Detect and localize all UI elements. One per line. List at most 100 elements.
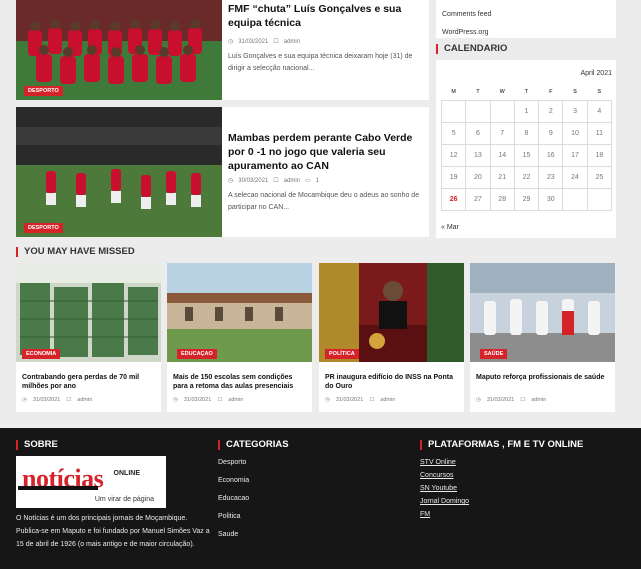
card-image[interactable] (319, 263, 464, 362)
calendar-day: 28 (489, 187, 515, 211)
card-title[interactable]: Mais de 150 escolas sem condições para a… (173, 373, 307, 391)
calendar-week-row: 5 6 7 8 9 10 11 (440, 121, 613, 145)
user-icon: ☐ (520, 397, 526, 403)
article-image-stadium[interactable] (16, 107, 222, 237)
card-date[interactable]: 31/03/2021 (336, 397, 364, 403)
wordpress-link[interactable]: WordPress.org (442, 24, 610, 42)
footer-category-link[interactable]: Educacao (218, 490, 249, 508)
calendar-day: 10 (562, 121, 588, 145)
user-icon: ☐ (273, 178, 279, 184)
missed-card[interactable]: EDUCAÇAO Mais de 150 escolas sem condiçõ… (167, 263, 312, 412)
calendar-empty-cell (562, 187, 588, 211)
comments-feed-link[interactable]: Comments feed (442, 6, 610, 24)
article-title[interactable]: FMF “chuta” Luís Gonçalves e sua equipa … (228, 2, 421, 30)
clock-icon: ◷ (228, 39, 234, 45)
user-icon: ☐ (273, 39, 279, 45)
article-image-team-photo[interactable] (16, 0, 222, 100)
card-date[interactable]: 31/03/2021 (487, 397, 515, 403)
comment-icon: ▭ (305, 178, 311, 184)
missed-card[interactable]: SAÚDE Maputo reforça profissionais de sa… (470, 263, 615, 412)
platform-link[interactable]: Jornal Domingo (420, 495, 469, 508)
calendar-day: 15 (513, 143, 540, 167)
missed-card[interactable]: ECONOMIA Contrabando gera perdas de 70 m… (16, 263, 161, 412)
card-author[interactable]: admin (77, 397, 92, 403)
calendar-day: 5 (440, 121, 467, 145)
about-heading: SOBRE (16, 440, 58, 450)
calendar-week-row: 1234 (440, 99, 613, 123)
calendar-day: 7 (489, 121, 515, 145)
article-author[interactable]: admin (284, 39, 300, 45)
card-image[interactable] (167, 263, 312, 362)
clock-icon: ◷ (476, 397, 481, 403)
calendar-day: 25 (586, 165, 613, 189)
card-image[interactable] (16, 263, 161, 362)
calendar-heading: CALENDARIO (436, 44, 507, 54)
calendar-day: 17 (562, 143, 588, 167)
calendar-day: 16 (538, 143, 564, 167)
categories-heading: CATEGORIAS (218, 440, 289, 450)
clock-icon: ◷ (228, 178, 234, 184)
platform-link[interactable]: FM (420, 508, 469, 521)
footer-category-link[interactable]: Desporto (218, 454, 249, 472)
card-author[interactable]: admin (228, 397, 243, 403)
footer-category-link[interactable]: Politica (218, 508, 249, 526)
calendar-day: 24 (562, 165, 588, 189)
card-title[interactable]: PR inaugura edifício do INSS na Ponta do… (325, 373, 459, 391)
article-card-fmf[interactable]: DESPORTO FMF “chuta” Luís Gonçalves e su… (16, 0, 429, 100)
category-badge[interactable]: POLÍTICA (325, 349, 359, 359)
noticias-logo[interactable]: ONLINE notícias Um virar de página (16, 456, 166, 508)
category-badge[interactable]: SAÚDE (480, 349, 508, 359)
article-card-mambas[interactable]: DESPORTO Mambas perdem perante Cabo Verd… (16, 107, 429, 237)
card-date[interactable]: 31/03/2021 (33, 397, 61, 403)
calendar-day[interactable]: 26 (440, 187, 467, 211)
footer-category-link[interactable]: Saude (218, 526, 249, 544)
platform-link[interactable]: STV Online (420, 456, 469, 469)
calendar-empty-cell (465, 99, 491, 123)
article-date[interactable]: 31/03/2021 (238, 39, 268, 45)
calendar-day: 20 (465, 165, 491, 189)
user-icon: ☐ (66, 397, 72, 403)
card-image[interactable] (470, 263, 615, 362)
user-icon: ☐ (217, 397, 223, 403)
user-icon: ☐ (369, 397, 375, 403)
calendar-day: 13 (465, 143, 491, 167)
card-author[interactable]: admin (380, 397, 395, 403)
about-text: O Notícias é um dos principais jornais d… (16, 515, 210, 548)
platform-link[interactable]: Concursos (420, 469, 469, 482)
calendar-day: 8 (513, 121, 540, 145)
calendar-day: 19 (440, 165, 467, 189)
footer-category-link[interactable]: Economia (218, 472, 249, 490)
calendar-day: 27 (465, 187, 491, 211)
comment-count[interactable]: 1 (316, 178, 319, 184)
category-badge[interactable]: DESPORTO (24, 86, 63, 96)
calendar-prev-link[interactable]: « Mar (441, 224, 612, 231)
category-badge[interactable]: EDUCAÇAO (177, 349, 217, 359)
calendar-day: 6 (465, 121, 491, 145)
platform-link[interactable]: SN Youtube (420, 482, 469, 495)
calendar-empty-cell (440, 99, 467, 123)
clock-icon: ◷ (22, 397, 27, 403)
weekday-header: S (597, 88, 602, 95)
calendar-day: 29 (513, 187, 540, 211)
article-title[interactable]: Mambas perdem perante Cabo Verde por 0 -… (228, 131, 421, 173)
weekday-header: F (549, 88, 553, 95)
calendar-week-row: 26 27 28 29 30 (440, 187, 613, 211)
article-excerpt: Luís Gonçalves e sua equipa técnica deix… (228, 53, 413, 72)
calendar-day: 9 (538, 121, 564, 145)
meta-widget: Comments feed WordPress.org (436, 0, 616, 38)
site-footer: SOBRE ONLINE notícias Um virar de página… (0, 428, 641, 569)
card-title[interactable]: Contrabando gera perdas de 70 mil milhõe… (22, 373, 156, 391)
missed-card[interactable]: POLÍTICA PR inaugura edifício do INSS na… (319, 263, 464, 412)
category-badge[interactable]: ECONOMIA (22, 349, 61, 359)
missed-heading: YOU MAY HAVE MISSED (16, 247, 135, 257)
card-date[interactable]: 31/03/2021 (184, 397, 212, 403)
platforms-heading: PLATAFORMAS , FM E TV ONLINE (420, 440, 583, 450)
calendar-week-row: 12 13 14 15 16 17 18 (440, 143, 613, 167)
calendar-day: 4 (586, 99, 613, 123)
card-author[interactable]: admin (531, 397, 546, 403)
article-author[interactable]: admin (284, 178, 300, 184)
card-title[interactable]: Maputo reforça profissionais de saúde (476, 373, 610, 382)
article-date[interactable]: 30/03/2021 (238, 178, 268, 184)
calendar: April 2021 M T W T F S S 1 2 3 4 5 6 7 8 9 10 11 12… (440, 70, 613, 231)
category-badge[interactable]: DESPORTO (24, 223, 63, 233)
